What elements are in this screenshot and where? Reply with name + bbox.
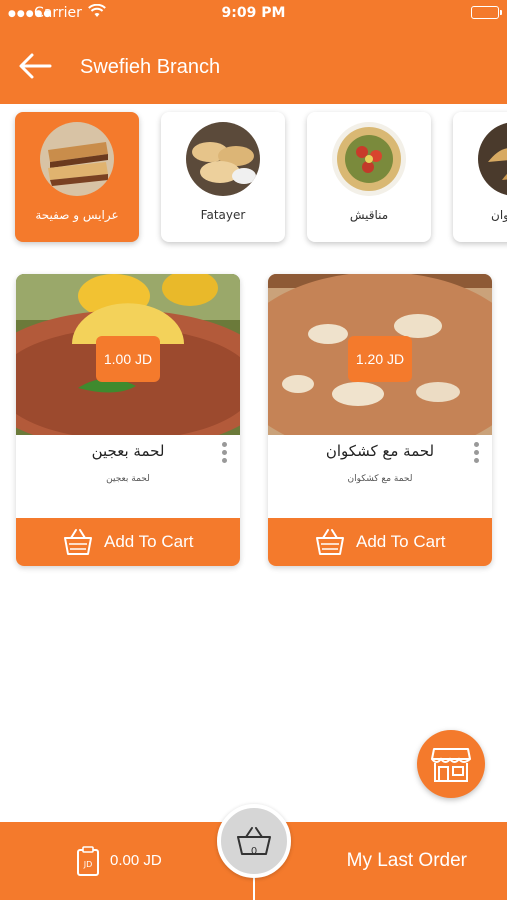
app-header: Swefieh Branch xyxy=(0,28,507,104)
more-vertical-icon[interactable] xyxy=(470,440,482,464)
basket-button[interactable]: 0 xyxy=(217,804,291,878)
back-arrow-icon[interactable] xyxy=(16,50,54,82)
store-button[interactable] xyxy=(417,730,485,798)
product-name: لحمة مع كشكوان xyxy=(325,442,435,460)
category-card-partial[interactable]: وان xyxy=(453,112,507,242)
divider xyxy=(253,878,255,900)
product-description: لحمة مع كشكوان xyxy=(347,474,413,484)
add-to-cart-label: Add To Cart xyxy=(104,532,194,551)
battery-icon xyxy=(471,6,502,19)
category-carousel[interactable]: عرايس و صفيحة Fatayer مناقيش وان xyxy=(0,104,507,254)
category-card-araies[interactable]: عرايس و صفيحة xyxy=(15,112,139,242)
product-description: لحمة بعجين xyxy=(106,474,150,484)
price-badge: 1.20 JD xyxy=(348,336,412,382)
clock: 9:09 PM xyxy=(221,5,286,21)
product-name: لحمة بعجين xyxy=(91,442,165,460)
cart-icon xyxy=(64,529,92,555)
add-to-cart-button[interactable]: Add To Cart xyxy=(268,518,492,566)
category-image xyxy=(40,122,114,196)
store-icon xyxy=(431,748,471,782)
category-label: وان xyxy=(491,208,507,222)
category-image xyxy=(478,122,507,196)
category-image xyxy=(186,122,260,196)
cart-icon xyxy=(316,529,344,555)
product-card[interactable]: 1.00 JD لحمة بعجين لحمة بعجين Add To Car… xyxy=(16,274,240,566)
category-label: مناقيش xyxy=(349,208,389,222)
basket-count: 0 xyxy=(250,846,258,857)
product-card[interactable]: 1.20 JD لحمة مع كشكوان لحمة مع كشكوان Ad… xyxy=(268,274,492,566)
category-label: Fatayer xyxy=(200,208,246,222)
add-to-cart-button[interactable]: Add To Cart xyxy=(16,518,240,566)
category-card-manakish[interactable]: مناقيش xyxy=(307,112,431,242)
more-vertical-icon[interactable] xyxy=(218,440,230,464)
category-card-fatayer[interactable]: Fatayer xyxy=(161,112,285,242)
price-badge: 1.00 JD xyxy=(96,336,160,382)
category-label: عرايس و صفيحة xyxy=(35,208,119,222)
wallet-icon: JD xyxy=(77,846,99,876)
add-to-cart-label: Add To Cart xyxy=(356,532,446,551)
category-image xyxy=(332,122,406,196)
status-bar: ●●●●● Carrier 9:09 PM xyxy=(0,0,507,28)
page-title: Swefieh Branch xyxy=(80,56,221,78)
my-last-order-button[interactable]: My Last Order xyxy=(347,850,467,872)
wallet-amount: 0.00 JD xyxy=(110,852,162,869)
svg-text:JD: JD xyxy=(83,860,93,869)
